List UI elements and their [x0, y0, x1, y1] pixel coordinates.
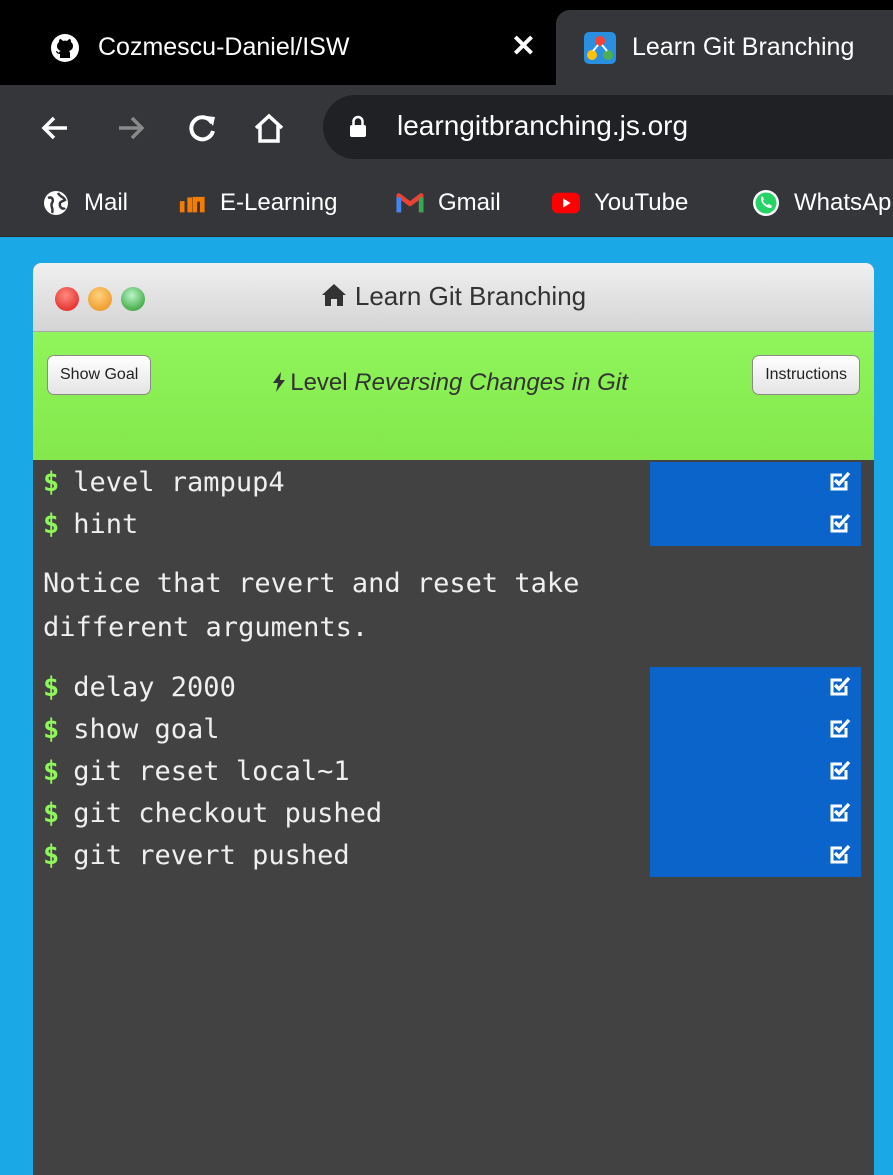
command-text: level rampup4 — [73, 467, 285, 498]
prompt-symbol: $ — [43, 467, 60, 498]
checkbox-checked-icon — [830, 760, 851, 780]
command-row: $ delay 2000 — [33, 667, 874, 709]
prompt-symbol: $ — [43, 714, 60, 745]
reload-button[interactable] — [180, 105, 226, 151]
command-line: $ git revert pushed — [43, 837, 350, 875]
bookmark-label: Mail — [84, 189, 129, 216]
command-row: $ git revert pushed — [33, 835, 874, 877]
command-line: $ level rampup4 — [43, 464, 285, 502]
whatsapp-icon — [752, 189, 780, 217]
github-icon — [51, 33, 79, 62]
bookmark-label: WhatsAp — [794, 189, 892, 216]
elearning-icon — [178, 189, 206, 217]
command-row: $ hint — [33, 504, 874, 546]
bookmark-label: YouTube — [594, 189, 689, 216]
level-prefix: Level — [290, 369, 348, 396]
gmail-icon — [396, 189, 424, 217]
tab-title: Cozmescu-Daniel/ISW — [98, 33, 350, 61]
checkbox-checked-icon — [830, 718, 851, 738]
arrow-left-icon — [41, 116, 67, 140]
command-line: $ git checkout pushed — [43, 795, 382, 833]
command-text: delay 2000 — [73, 672, 236, 703]
command-line: $ git reset local~1 — [43, 753, 350, 791]
command-status — [650, 793, 861, 835]
hint-message: Notice that revert and reset take differ… — [43, 568, 580, 643]
checkbox-checked-icon — [830, 844, 851, 864]
command-row: $ show goal — [33, 709, 874, 751]
checkbox-checked-icon — [830, 513, 851, 533]
window-title-text: Learn Git Branching — [354, 281, 587, 311]
learn-git-branching-icon — [584, 31, 616, 64]
instructions-button[interactable]: Instructions — [752, 355, 860, 395]
globe-icon — [42, 189, 70, 217]
bookmark-mail[interactable]: Mail — [42, 183, 128, 223]
command-status — [650, 667, 861, 709]
command-line: $ show goal — [43, 711, 220, 749]
checkbox-checked-icon — [830, 471, 851, 491]
command-line: $ delay 2000 — [43, 669, 236, 707]
back-button[interactable] — [32, 105, 78, 151]
command-group: $ level rampup4 $ hint — [33, 462, 874, 546]
level-toolbar: Show Goal Level Reversing Changes in Git… — [33, 332, 874, 460]
command-text: git checkout pushed — [73, 798, 383, 829]
address-bar[interactable]: learngitbranching.js.org — [323, 95, 893, 159]
level-title: Level Reversing Changes in Git — [255, 368, 645, 398]
home-icon — [321, 284, 346, 306]
checkbox-checked-icon — [830, 676, 851, 696]
command-text: hint — [73, 509, 139, 540]
prompt-symbol: $ — [43, 840, 60, 871]
command-status — [650, 462, 861, 504]
command-status — [650, 835, 861, 877]
home-outline-icon — [254, 113, 284, 143]
url-text: learngitbranching.js.org — [397, 110, 689, 141]
command-status — [650, 751, 861, 793]
prompt-symbol: $ — [43, 509, 60, 540]
command-row: $ level rampup4 — [33, 462, 874, 504]
command-row: $ git checkout pushed — [33, 793, 874, 835]
command-status — [650, 709, 861, 751]
browser-toolbar: learngitbranching.js.org — [0, 85, 893, 171]
bookmark-elearning[interactable]: E-Learning — [178, 183, 337, 223]
forward-button[interactable] — [108, 105, 154, 151]
home-button[interactable] — [246, 105, 292, 151]
browser-tab-strip: Cozmescu-Daniel/ISW ✕ Learn Git Branchin… — [0, 0, 893, 85]
prompt-symbol: $ — [43, 672, 60, 703]
bookmark-whatsapp[interactable]: WhatsAp — [752, 183, 891, 223]
tab-learn-git-branching[interactable]: Learn Git Branching — [556, 10, 893, 85]
terminal: $ level rampup4 $ hint Notice that revert … — [33, 460, 874, 1175]
command-group: $ delay 2000 $ show goal $ git reset local~… — [33, 667, 874, 877]
command-text: git reset local~1 — [73, 756, 350, 787]
bookmark-gmail[interactable]: Gmail — [396, 183, 501, 223]
reload-icon — [189, 115, 215, 142]
command-text: git revert pushed — [73, 840, 350, 871]
close-tab-icon[interactable]: ✕ — [511, 28, 536, 66]
bookmarks-bar: Mail E-Learning Gmail YouTube WhatsAp — [0, 171, 893, 237]
bookmark-youtube[interactable]: YouTube — [552, 183, 688, 223]
command-row: $ git reset local~1 — [33, 751, 874, 793]
arrow-right-icon — [119, 116, 145, 140]
lock-icon — [350, 115, 366, 137]
tab-github[interactable]: Cozmescu-Daniel/ISW ✕ — [0, 10, 556, 85]
prompt-symbol: $ — [43, 798, 60, 829]
window-title: Learn Git Branching — [33, 281, 874, 312]
checkbox-checked-icon — [830, 802, 851, 822]
level-name: Reversing Changes in Git — [354, 369, 628, 396]
window-titlebar: Learn Git Branching — [33, 263, 874, 332]
bolt-icon — [273, 372, 286, 392]
bookmark-label: E-Learning — [220, 189, 338, 216]
tab-title: Learn Git Branching — [632, 33, 855, 61]
command-line: $ hint — [43, 506, 138, 544]
prompt-symbol: $ — [43, 756, 60, 787]
command-status — [650, 504, 861, 546]
app-window: Learn Git Branching Show Goal Level Reve… — [33, 263, 874, 1175]
command-text: show goal — [73, 714, 220, 745]
bookmark-label: Gmail — [438, 189, 501, 216]
youtube-icon — [552, 189, 580, 217]
show-goal-button[interactable]: Show Goal — [47, 355, 152, 395]
